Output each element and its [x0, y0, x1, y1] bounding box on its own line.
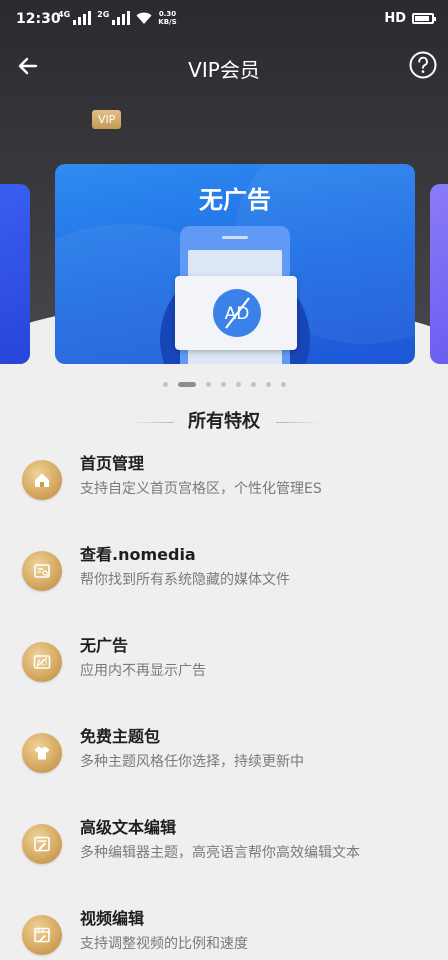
carousel-dot[interactable]: [220, 382, 226, 387]
carousel-dot[interactable]: [280, 382, 286, 387]
feature-title: 无广告: [80, 636, 129, 655]
page-title: VIP会员: [188, 58, 260, 82]
feature-desc: 多种编辑器主题，高亮语言帮你高效编辑文本: [80, 845, 360, 861]
card-title: 无广告: [199, 186, 271, 214]
net-speed: 0.30 KB/S: [158, 10, 176, 26]
section-line-left: [128, 422, 174, 423]
carousel-dot[interactable]: [205, 382, 211, 387]
carousel-dot[interactable]: [250, 382, 256, 387]
feature-desc: 支持自定义首页宫格区，个性化管理ES: [80, 481, 322, 497]
ad-panel-illustration: AD: [175, 276, 297, 350]
home-icon: [22, 460, 62, 500]
carousel-indicator: [0, 382, 448, 387]
app-bar: VIP会员: [0, 42, 448, 90]
feature-item-nomedia[interactable]: 查看.nomedia 帮你找到所有系统隐藏的媒体文件: [0, 531, 448, 611]
signal-icon-2: 2G: [97, 10, 131, 25]
feature-item-video-edit[interactable]: 视频编辑 支持调整视频的比例和速度: [0, 895, 448, 960]
vip-badge: VIP: [92, 110, 122, 129]
feature-item-theme-pack[interactable]: 免费主题包 多种主题风格任你选择，持续更新中: [0, 713, 448, 793]
carousel-dot-active[interactable]: [177, 382, 196, 387]
hd-indicator: HD: [384, 11, 406, 26]
text-edit-icon: [22, 824, 62, 864]
battery-icon: [412, 13, 436, 24]
section-line-right: [276, 422, 322, 423]
feature-item-home-management[interactable]: 首页管理 支持自定义首页宫格区，个性化管理ES: [0, 440, 448, 520]
feature-desc: 多种主题风格任你选择，持续更新中: [80, 754, 304, 770]
video-edit-icon: [22, 915, 62, 955]
net-speed-value: 0.30: [158, 10, 177, 18]
feature-desc: 帮你找到所有系统隐藏的媒体文件: [80, 572, 290, 588]
feature-title: 首页管理: [80, 454, 145, 473]
tshirt-icon: [22, 733, 62, 773]
signal-tag-2: 2G: [97, 10, 110, 19]
section-header: 所有特权: [0, 408, 448, 436]
carousel-dot[interactable]: [162, 382, 168, 387]
feature-title: 视频编辑: [80, 909, 145, 928]
carousel-card-next[interactable]: [430, 184, 448, 364]
wifi-icon: [136, 12, 152, 24]
status-signals: 4G 2G 0.30 KB/S: [58, 10, 177, 26]
net-speed-unit: KB/S: [158, 18, 177, 26]
feature-title: 免费主题包: [80, 727, 161, 746]
status-time: 12:30: [16, 11, 61, 27]
status-right: HD: [384, 11, 436, 26]
carousel-card-prev[interactable]: [0, 184, 30, 364]
status-bar: 12:30 4G 2G 0.30 KB/S HD: [0, 0, 448, 40]
no-ad-icon: AD: [213, 289, 261, 337]
section-title: 所有特权: [188, 411, 260, 432]
feature-item-no-ads[interactable]: AD 无广告 应用内不再显示广告: [0, 622, 448, 702]
feature-desc: 支持调整视频的比例和速度: [80, 936, 248, 952]
carousel-dot[interactable]: [235, 382, 241, 387]
feature-desc: 应用内不再显示广告: [80, 663, 206, 679]
carousel-card-current[interactable]: 无广告 AD: [55, 164, 415, 364]
feature-title: 高级文本编辑: [80, 818, 177, 837]
signal-tag-1: 4G: [58, 10, 71, 19]
feature-item-advanced-text-editor[interactable]: 高级文本编辑 多种编辑器主题，高亮语言帮你高效编辑文本: [0, 804, 448, 884]
carousel-dot[interactable]: [265, 382, 271, 387]
signal-icon-1: 4G: [58, 10, 92, 25]
feature-title: 查看.nomedia: [80, 545, 196, 564]
nomedia-icon: [22, 551, 62, 591]
ad-icon: AD: [22, 642, 62, 682]
help-icon[interactable]: [408, 50, 438, 80]
